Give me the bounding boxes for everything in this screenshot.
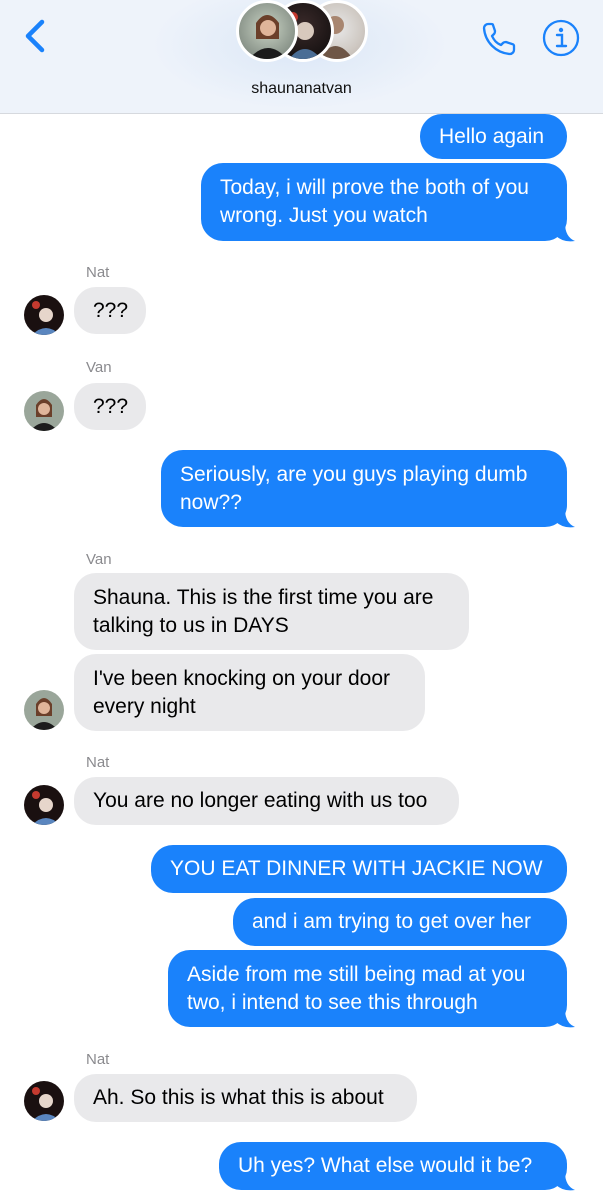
message-bubble-incoming[interactable]: Shauna. This is the first time you are t…	[74, 573, 469, 650]
group-avatar-3	[236, 0, 298, 62]
bubble-tail	[555, 223, 575, 242]
back-button[interactable]	[18, 16, 52, 56]
message-bubble-outgoing[interactable]: Hello again	[420, 114, 567, 159]
conversation-header: shaunanatvan	[0, 0, 603, 114]
sender-label: Nat	[86, 754, 110, 771]
message-bubble-incoming[interactable]: ???	[74, 383, 146, 430]
info-button[interactable]	[541, 18, 581, 58]
avatar-van[interactable]	[24, 391, 64, 431]
sender-label: Nat	[86, 264, 110, 281]
sender-label: Van	[86, 551, 112, 568]
info-icon	[542, 19, 580, 57]
bubble-tail	[555, 509, 575, 528]
group-name[interactable]: shaunanatvan	[0, 80, 603, 98]
phone-icon	[482, 22, 516, 56]
message-bubble-outgoing[interactable]: Seriously, are you guys playing dumb now…	[161, 450, 567, 527]
message-bubble-incoming[interactable]: ???	[74, 287, 146, 334]
group-avatars[interactable]	[234, 0, 374, 72]
avatar-van[interactable]	[24, 690, 64, 730]
message-bubble-incoming[interactable]: You are no longer eating with us too	[74, 777, 459, 825]
sender-label: Van	[86, 359, 112, 376]
message-bubble-incoming[interactable]: Ah. So this is what this is about	[74, 1074, 417, 1122]
message-bubble-outgoing[interactable]: Today, i will prove the both of you wron…	[201, 163, 567, 241]
avatar-nat[interactable]	[24, 785, 64, 825]
call-button[interactable]	[478, 18, 520, 60]
bubble-tail	[555, 1009, 575, 1028]
message-bubble-incoming[interactable]: I've been knocking on your door every ni…	[74, 654, 425, 731]
back-chevron-icon	[25, 19, 45, 53]
message-bubble-outgoing[interactable]: and i am trying to get over her	[233, 898, 567, 946]
message-bubble-outgoing[interactable]: YOU EAT DINNER WITH JACKIE NOW	[151, 845, 567, 893]
avatar-nat[interactable]	[24, 1081, 64, 1121]
bubble-tail	[555, 1172, 575, 1191]
message-bubble-outgoing[interactable]: Uh yes? What else would it be?	[219, 1142, 567, 1190]
sender-label: Nat	[86, 1051, 110, 1068]
avatar-nat[interactable]	[24, 295, 64, 335]
message-bubble-outgoing[interactable]: Aside from me still being mad at you two…	[168, 950, 567, 1027]
